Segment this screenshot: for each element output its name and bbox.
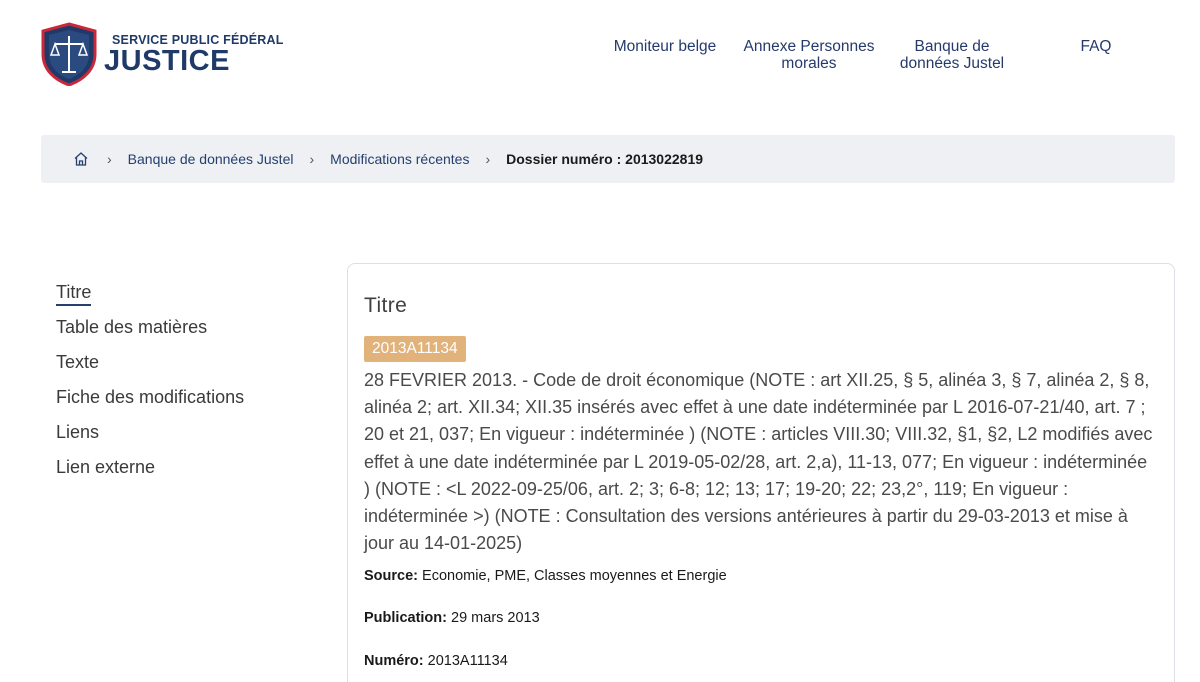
- document-description: 28 FEVRIER 2013. - Code de droit économi…: [364, 370, 1153, 554]
- home-icon[interactable]: [73, 150, 91, 168]
- sidenav-item-texte[interactable]: Texte: [56, 352, 316, 387]
- nav-banque-donnees-justel[interactable]: Banque de données Justel: [890, 38, 1014, 72]
- source-row: Source: Economie, PME, Classes moyennes …: [364, 568, 727, 584]
- breadcrumb-current: Dossier numéro : 2013022819: [506, 151, 704, 167]
- source-value: Economie, PME, Classes moyennes et Energ…: [422, 568, 727, 584]
- breadcrumb-link-justel[interactable]: Banque de données Justel: [128, 151, 294, 167]
- publication-row: Publication: 29 mars 2013: [364, 610, 540, 626]
- sidenav-label: Liens: [56, 422, 100, 442]
- nav-moniteur-belge[interactable]: Moniteur belge: [605, 38, 725, 55]
- nav-annexe-personnes-morales[interactable]: Annexe Personnes morales: [738, 38, 880, 72]
- sidenav-item-titre[interactable]: Titre: [56, 282, 316, 317]
- breadcrumb-link-modifications[interactable]: Modifications récentes: [330, 151, 469, 167]
- section-title: Titre: [364, 294, 408, 317]
- sidenav-label: Texte: [56, 352, 100, 372]
- sidenav-item-table-des-matieres[interactable]: Table des matières: [56, 317, 316, 352]
- chevron-right-icon: ›: [485, 151, 491, 167]
- top-nav: Moniteur belge Annexe Personnes morales …: [0, 38, 1200, 78]
- side-nav: Titre Table des matières Texte Fiche des…: [56, 282, 316, 492]
- numero-row: Numéro: 2013A11134: [364, 653, 508, 669]
- chevron-right-icon: ›: [309, 151, 315, 167]
- publication-value: 29 mars 2013: [451, 610, 540, 626]
- chevron-right-icon: ›: [107, 151, 112, 167]
- numero-label: Numéro:: [364, 653, 424, 669]
- publication-label: Publication:: [364, 610, 447, 626]
- sidenav-label: Lien externe: [56, 457, 156, 477]
- sidenav-item-liens[interactable]: Liens: [56, 422, 316, 457]
- breadcrumb: › Banque de données Justel › Modificatio…: [41, 135, 1175, 183]
- sidenav-label: Table des matières: [56, 317, 208, 337]
- sidenav-label: Titre: [56, 282, 92, 306]
- source-label: Source:: [364, 568, 418, 584]
- sidenav-item-fiche-des-modifications[interactable]: Fiche des modifications: [56, 387, 316, 422]
- numero-value: 2013A11134: [427, 653, 508, 669]
- site-header: SERVICE PUBLIC FÉDÉRAL JUSTICE Moniteur …: [0, 0, 1200, 100]
- document-number-badge: 2013A11134: [364, 336, 466, 362]
- document-card: Titre 2013A11134 28 FEVRIER 2013. - Code…: [347, 263, 1175, 682]
- sidenav-item-lien-externe[interactable]: Lien externe: [56, 457, 316, 492]
- sidenav-label: Fiche des modifications: [56, 387, 245, 407]
- nav-faq[interactable]: FAQ: [1070, 38, 1122, 55]
